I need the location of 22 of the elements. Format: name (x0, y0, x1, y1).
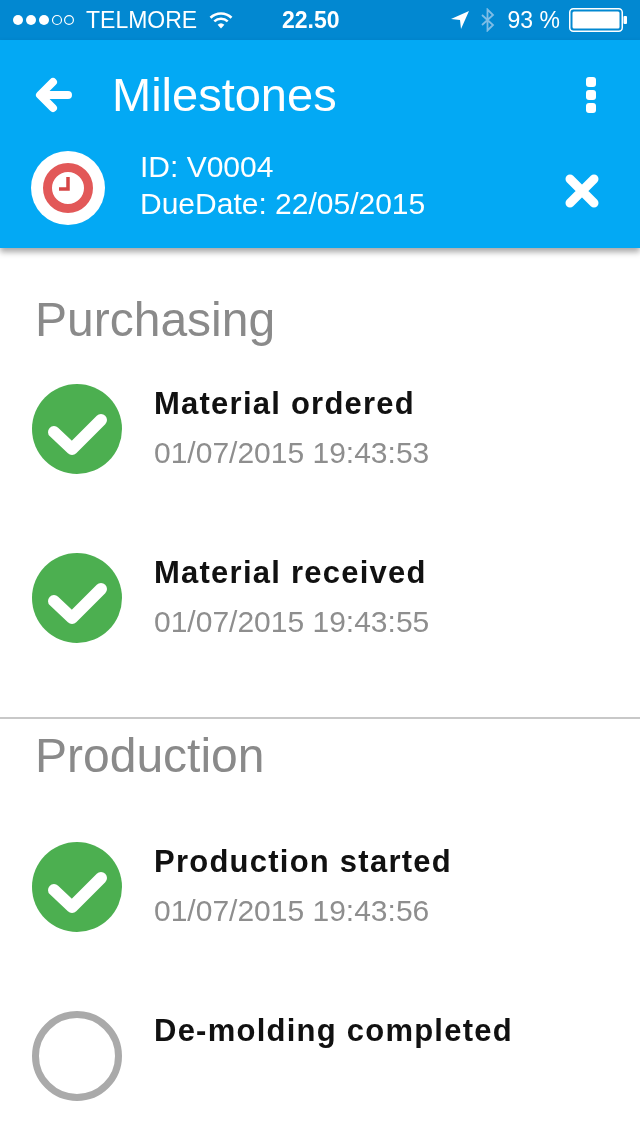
battery-icon (569, 8, 627, 32)
section-heading: Production (35, 728, 265, 784)
order-id: ID: V0004 (140, 149, 275, 185)
close-icon[interactable] (564, 173, 600, 209)
clock-icon (31, 151, 105, 225)
screen-title: Milestones (112, 66, 337, 123)
carrier-name: TELMORE (86, 6, 198, 34)
milestone-title: Material ordered (154, 385, 416, 423)
location-arrow-icon (450, 11, 469, 29)
clock-time: 22.50 (282, 6, 340, 34)
milestone-timestamp: 01/07/2015 19:43:55 (154, 604, 430, 640)
menu-dots-icon[interactable] (586, 76, 596, 113)
signal-strength-icon (12, 14, 74, 26)
milestone-title: Production started (154, 843, 452, 881)
milestone-title: Material received (154, 554, 427, 592)
battery-percentage: 93 % (507, 6, 560, 34)
milestone-timestamp: 01/07/2015 19:43:53 (154, 435, 430, 471)
due-date: DueDate: 22/05/2015 (140, 186, 426, 222)
milestone-timestamp: 01/07/2015 19:43:56 (154, 893, 430, 929)
milestone-title: De-molding completed (154, 1012, 513, 1050)
wifi-icon (209, 11, 234, 29)
section-heading: Purchasing (35, 292, 276, 348)
